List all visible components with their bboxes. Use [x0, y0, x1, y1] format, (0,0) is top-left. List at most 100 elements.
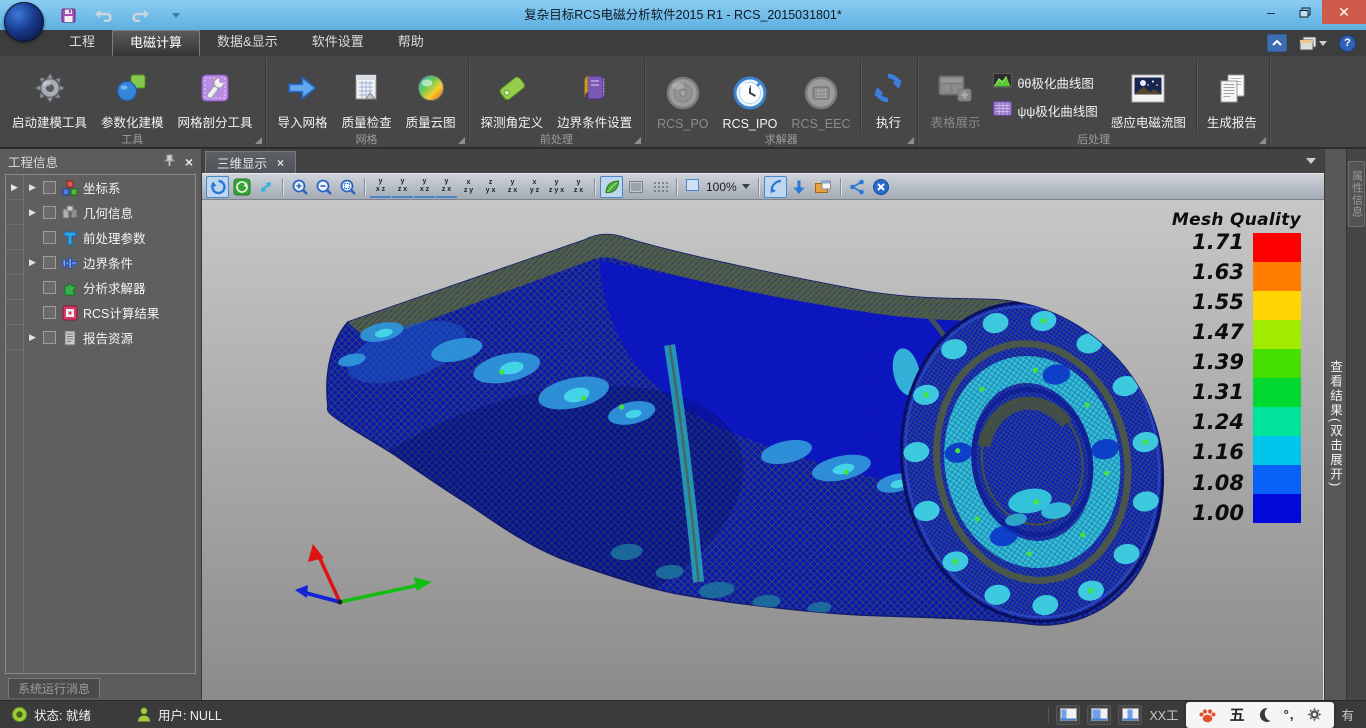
ribbon-button-photo[interactable]: 感应电磁流图 [1104, 59, 1193, 133]
view-orientation-button-8[interactable]: xy z [524, 176, 545, 198]
zoom-out-button[interactable] [312, 176, 335, 198]
view-orientation-button-3[interactable]: yx z [414, 176, 435, 198]
window-controls: – ✕ [1254, 0, 1366, 30]
close-view-button[interactable] [870, 176, 893, 198]
view-orientation-button-5[interactable]: xz y [458, 176, 479, 198]
capture-window-button[interactable] [812, 176, 835, 198]
tree-item-checkbox[interactable] [43, 331, 56, 344]
ime-punct-toggle[interactable]: °, [1284, 707, 1295, 722]
tree-expand-icon[interactable]: ▶ [27, 332, 38, 343]
view-orientation-button-2[interactable]: yz x [392, 176, 413, 198]
results-collapsed-bar[interactable]: 查看结果(双击展开) [1324, 149, 1346, 700]
tab-3d-display[interactable]: 三维显示 × [205, 151, 296, 173]
ribbon-button-ipo[interactable]: RCS_IPO [716, 59, 785, 133]
tree-item-2[interactable]: ▶几何信息 [24, 200, 195, 225]
group-dialog-launcher-icon[interactable] [1259, 137, 1266, 144]
view-orientation-button-6[interactable]: zy x [480, 176, 501, 198]
flat-shading-button[interactable] [624, 176, 647, 198]
view-orientation-button-4[interactable]: yz x [436, 176, 457, 198]
ribbon-button-gear[interactable]: 启动建模工具 [5, 59, 94, 133]
share-view-button[interactable] [846, 176, 869, 198]
rotate-view-button[interactable] [206, 176, 229, 198]
tree-item-checkbox[interactable] [43, 231, 56, 244]
ribbon-button-curveg[interactable]: θθ极化曲线图 [993, 73, 1097, 92]
tree-item-5[interactable]: 分析求解器 [24, 275, 195, 300]
ribbon-button-import[interactable]: 导入网格 [271, 59, 335, 133]
viewport-3d[interactable]: Mesh Quality 1.711.631.551.471.391.311.2… [202, 200, 1324, 700]
app-logo-icon[interactable] [4, 2, 44, 42]
minimize-button[interactable]: – [1254, 0, 1288, 24]
tree-item-checkbox[interactable] [43, 306, 56, 319]
system-messages-tab[interactable]: 系统运行消息 [8, 678, 100, 698]
layout-center-button[interactable] [1087, 705, 1111, 725]
collapse-ribbon-icon[interactable] [1267, 34, 1287, 52]
menu-tab-5[interactable]: 帮助 [381, 30, 441, 56]
spin-view-button[interactable] [230, 176, 253, 198]
group-dialog-launcher-icon[interactable] [458, 137, 465, 144]
tree-item-label: 报告资源 [83, 328, 133, 347]
tree-item-checkbox[interactable] [43, 281, 56, 294]
redo-button[interactable] [130, 5, 150, 25]
smooth-shading-button[interactable] [600, 176, 623, 198]
ime-moon-icon[interactable] [1258, 707, 1271, 722]
tree-expand-icon[interactable]: ▶ [27, 182, 38, 193]
menu-tab-1[interactable]: 工程 [52, 30, 112, 56]
pan-view-button[interactable] [254, 176, 277, 198]
tree-expand-icon[interactable]: ▶ [27, 207, 38, 218]
ime-logo-icon[interactable] [1198, 707, 1217, 723]
tree-item-7[interactable]: ▶ 报告资源 [24, 325, 195, 350]
properties-tab[interactable]: 属性信息 [1348, 161, 1365, 227]
menu-tab-2[interactable]: 电磁计算 [112, 30, 200, 56]
tree-expand-icon[interactable]: ▶ [27, 257, 38, 268]
zoom-level-dropdown[interactable]: 100% [682, 177, 753, 196]
ribbon-button-tag[interactable]: 探测角定义 [474, 59, 551, 133]
ribbon-button-curvep[interactable]: ψψ极化曲线图 [993, 101, 1097, 120]
group-dialog-launcher-icon[interactable] [907, 137, 914, 144]
tree-item-checkbox[interactable] [43, 256, 56, 269]
ime-settings-icon[interactable] [1307, 707, 1322, 722]
layout-right-button[interactable] [1118, 705, 1142, 725]
tree-item-6[interactable]: RCS计算结果 [24, 300, 195, 325]
menu-tabs: 工程电磁计算数据&显示软件设置帮助 [52, 30, 441, 56]
view-orientation-button-9[interactable]: yz y x [546, 176, 567, 198]
ribbon-button-run[interactable]: 执行 [864, 59, 912, 133]
undo-button[interactable] [94, 5, 114, 25]
tree-item-checkbox[interactable] [43, 206, 56, 219]
ribbon-button-meshtool[interactable]: 网格剖分工具 [171, 59, 260, 133]
view-orientation-button-10[interactable]: yz x [568, 176, 589, 198]
zoom-in-button[interactable] [288, 176, 311, 198]
panel-close-icon[interactable]: × [185, 154, 193, 170]
tree-item-3[interactable]: 前处理参数 [24, 225, 195, 250]
menu-tab-4[interactable]: 软件设置 [295, 30, 381, 56]
tree-item-1[interactable]: ▶坐标系 [24, 175, 195, 200]
tab-close-icon[interactable]: × [277, 156, 284, 170]
ime-mode-label[interactable]: 五 [1230, 704, 1245, 725]
help-icon[interactable]: ? [1339, 35, 1356, 52]
fit-view-button[interactable] [764, 176, 787, 198]
qat-dropdown-icon[interactable] [166, 5, 186, 25]
wireframe-button[interactable] [648, 176, 671, 198]
ribbon-button-qcheck[interactable]: 质量检查 [335, 59, 399, 133]
tree-item-4[interactable]: ▶边界条件 [24, 250, 195, 275]
close-button[interactable]: ✕ [1322, 0, 1366, 24]
ribbon-button-param[interactable]: 参数化建模 [94, 59, 171, 133]
save-button[interactable] [58, 5, 78, 25]
tree-outer-expander[interactable]: ▶ [6, 175, 23, 200]
ribbon-button-book[interactable]: 边界条件设置 [550, 59, 639, 133]
group-dialog-launcher-icon[interactable] [634, 137, 641, 144]
group-dialog-launcher-icon[interactable] [255, 137, 262, 144]
tree-item-checkbox[interactable] [43, 181, 56, 194]
menu-tab-3[interactable]: 数据&显示 [200, 30, 295, 56]
layout-left-button[interactable] [1056, 705, 1080, 725]
pin-icon[interactable] [164, 154, 175, 170]
ribbon-button-report[interactable]: 生成报告 [1200, 59, 1264, 133]
import-view-button[interactable] [788, 176, 811, 198]
view-orientation-button-7[interactable]: yz x [502, 176, 523, 198]
window-layout-icon[interactable] [1299, 36, 1327, 51]
tab-list-dropdown-icon[interactable] [1306, 158, 1316, 164]
ribbon-button-qcloud[interactable]: 质量云图 [399, 59, 463, 133]
restore-button[interactable] [1288, 0, 1322, 24]
zoom-window-button[interactable] [336, 176, 359, 198]
view-orientation-button-1[interactable]: yx z [370, 176, 391, 198]
book-icon [580, 69, 610, 107]
